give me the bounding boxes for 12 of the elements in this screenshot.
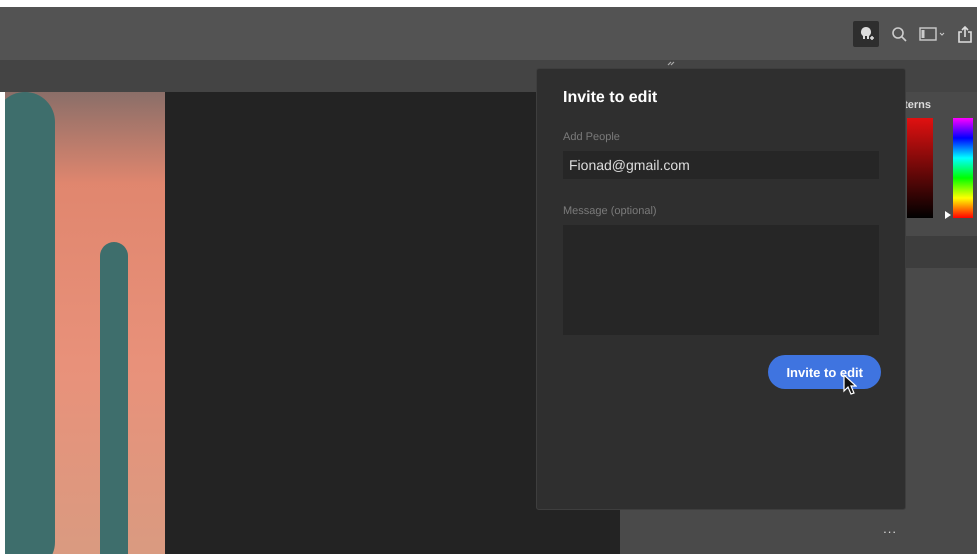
panel-layout-icon[interactable] (919, 26, 945, 40)
invite-button[interactable]: Invite to edit (768, 355, 881, 389)
search-icon[interactable] (891, 26, 907, 42)
color-field[interactable] (907, 118, 933, 218)
share-icon[interactable] (957, 24, 973, 42)
more-options-button[interactable]: ... (883, 521, 897, 536)
field-label: Add People (563, 131, 621, 143)
collapse-icon[interactable] (667, 61, 675, 67)
field-label: Message (optional) (563, 205, 658, 217)
popover-title: Invite to edit (563, 89, 658, 107)
people-input-field[interactable]: Fionad@gmail.com (563, 151, 879, 179)
invite-user-button[interactable] (853, 20, 879, 46)
